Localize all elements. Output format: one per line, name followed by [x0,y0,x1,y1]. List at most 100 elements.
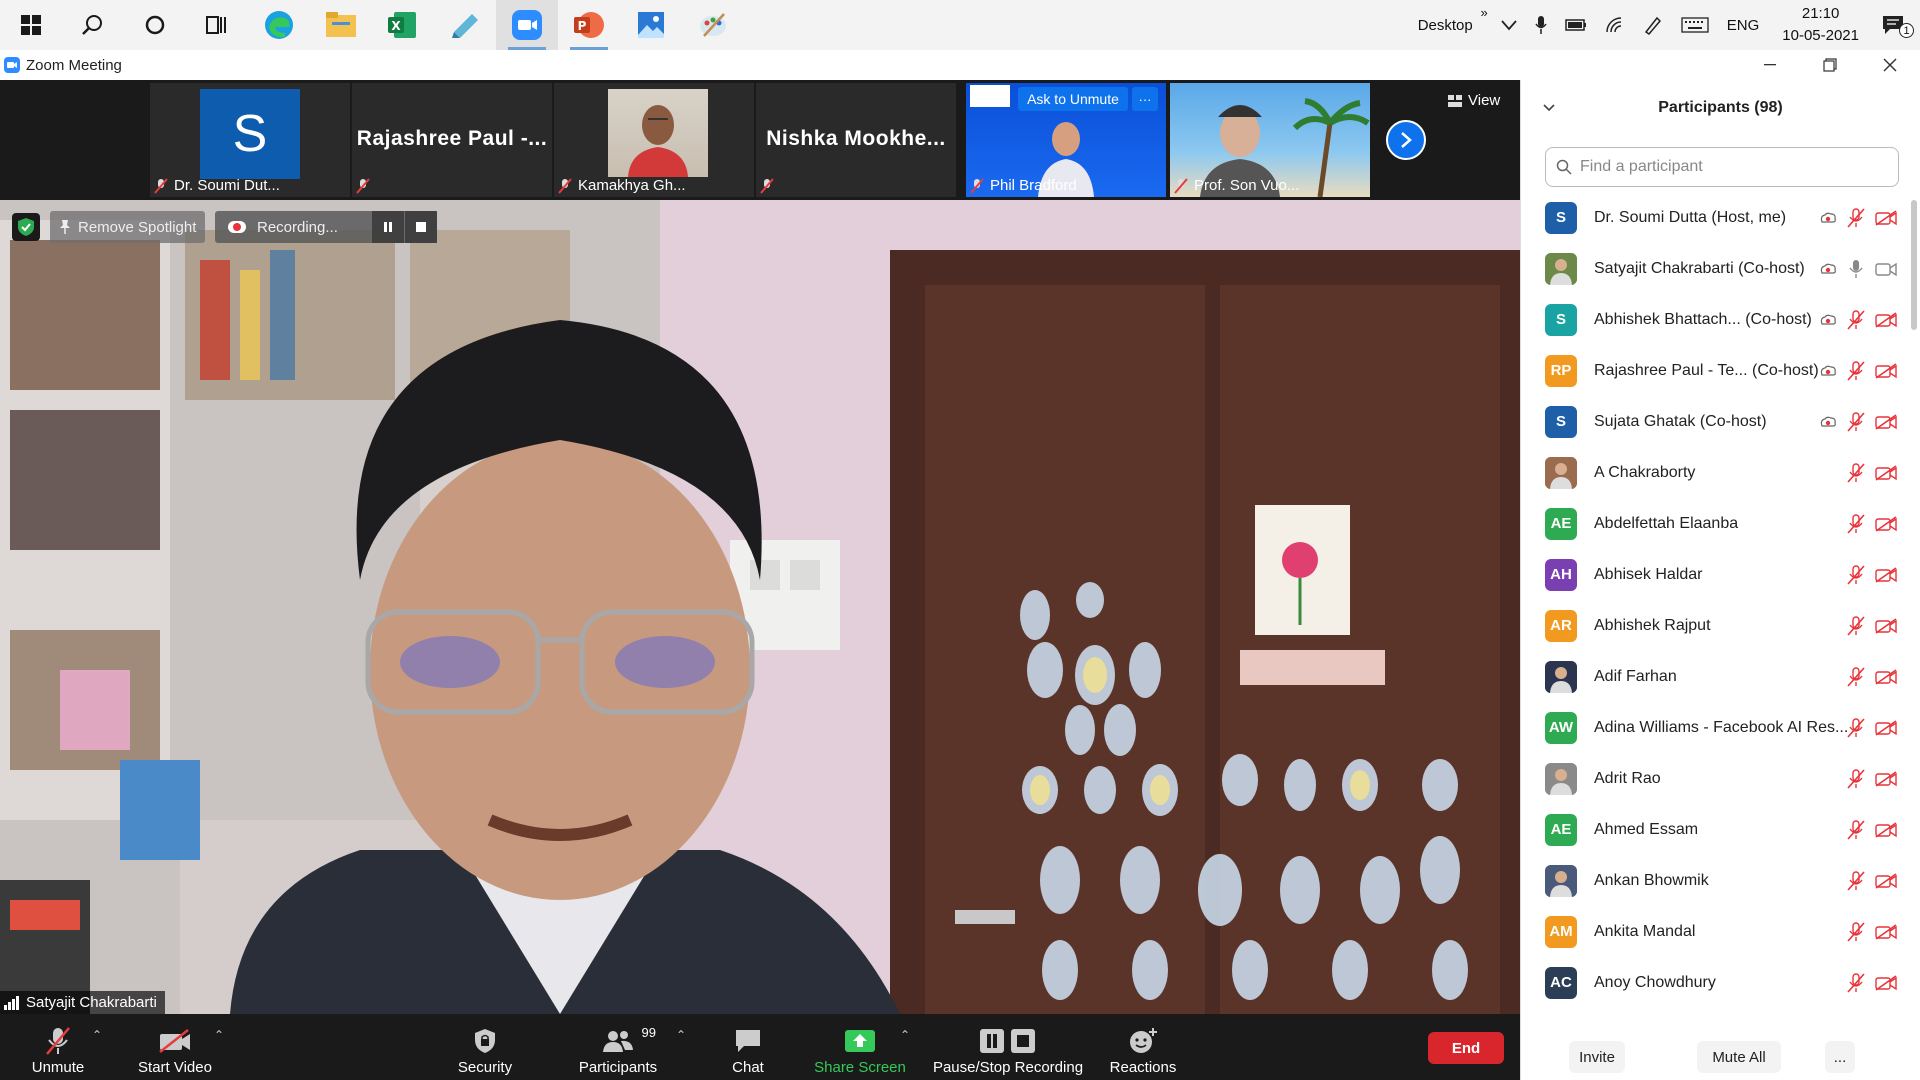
participant-status-icons [1819,309,1897,330]
recording-status-icon [1820,212,1836,223]
recording-status-icon [1820,416,1836,427]
start-video-button[interactable]: Start Video [130,1014,220,1080]
recording-dot-icon [228,221,246,233]
participant-row[interactable]: S Abhishek Bhattach... (Co-host) [1521,294,1913,345]
stop-recording-button[interactable] [405,211,437,243]
more-label: ··· [1138,91,1152,107]
audio-options-caret[interactable]: ⌃ [92,1028,102,1042]
thumb-nishka[interactable]: Nishka Mookhe... [756,83,956,197]
participant-row[interactable]: AE Abdelfettah Elaanba [1521,498,1913,549]
invite-label: Invite [1579,1048,1615,1066]
video-off-icon [1875,566,1897,583]
share-screen-button[interactable]: Share Screen [812,1014,908,1080]
video-thumbnail-strip: S Dr. Soumi Dut... Rajashree Paul -... K… [0,80,1520,200]
pause-stop-recording-button[interactable]: Pause/Stop Recording [930,1014,1086,1080]
participant-row[interactable]: AC Anoy Chowdhury [1521,957,1913,1008]
participant-row[interactable]: Adif Farhan [1521,651,1913,702]
participants-icon [603,1031,633,1052]
participant-row[interactable]: A Chakraborty [1521,447,1913,498]
invite-button[interactable]: Invite [1569,1041,1625,1073]
thumb-prof-son-vuo[interactable]: Prof. Son Vuo... [1170,83,1370,197]
smiley-icon [1130,1028,1157,1053]
end-meeting-button[interactable]: End [1428,1032,1504,1064]
restore-button[interactable] [1800,50,1860,80]
mute-all-label: Mute All [1712,1048,1766,1066]
excel-icon[interactable]: X [372,0,434,50]
windows-start-icon[interactable] [0,0,62,50]
chevron-right-icon [1401,132,1412,148]
notification-icon[interactable]: 1 [1873,15,1920,38]
muted-mic-icon [970,177,984,194]
edge-browser-icon[interactable] [248,0,310,50]
notes-app-icon[interactable] [434,0,496,50]
thumb-phil-bradford[interactable]: Ask to Unmute ··· Phil Bradford [966,83,1166,197]
paint-icon[interactable] [682,0,744,50]
muted-microphone-icon [46,1027,70,1055]
participant-status-icons [1819,411,1897,432]
window-title: Zoom Meeting [26,56,122,74]
participant-row[interactable]: Ankan Bhowmik [1521,855,1913,906]
reactions-button[interactable]: Reactions [1100,1014,1186,1080]
participant-row[interactable]: S Sujata Ghatak (Co-host) [1521,396,1913,447]
remove-spotlight-button[interactable]: Remove Spotlight [50,211,205,243]
participant-row[interactable]: AE Ahmed Essam [1521,804,1913,855]
unmute-label: Unmute [31,1059,85,1076]
battery-icon[interactable] [1556,18,1596,32]
chevron-down-icon[interactable] [1543,104,1555,112]
pen-icon[interactable] [1634,15,1672,35]
clock[interactable]: 21:10 10-05-2021 [1768,3,1873,47]
video-off-icon [1875,923,1897,940]
minimize-button[interactable] [1740,50,1800,80]
keyboard-icon[interactable] [1672,17,1718,33]
avatar: S [200,89,300,179]
participant-row[interactable]: AM Ankita Mandal [1521,906,1913,957]
more-panel-label: ... [1833,1048,1847,1066]
participant-row[interactable]: RP Rajashree Paul - Te... (Co-host) [1521,345,1913,396]
chevron-up-icon[interactable] [1492,19,1526,31]
ask-to-unmute-button[interactable]: Ask to Unmute [1018,87,1128,111]
participant-list-scrollbar[interactable] [1911,200,1917,330]
view-button[interactable]: View [1448,92,1500,109]
zoom-app-icon[interactable] [496,0,558,50]
participant-row[interactable]: Satyajit Chakrabarti (Co-host) [1521,243,1913,294]
participants-button[interactable]: 99 Participants [572,1014,664,1080]
next-page-button[interactable] [1386,120,1426,160]
thumb-soumi-dutta[interactable]: S Dr. Soumi Dut... [150,83,350,197]
desktop-toolbar-label[interactable]: Desktop » [1409,5,1488,34]
task-view-icon[interactable] [186,0,248,50]
file-explorer-icon[interactable] [310,0,372,50]
share-options-caret[interactable]: ⌃ [900,1028,910,1042]
participant-row[interactable]: Adrit Rao [1521,753,1913,804]
wifi-icon[interactable] [1596,16,1634,34]
security-button[interactable]: Security [450,1014,520,1080]
powerpoint-icon[interactable]: P [558,0,620,50]
avatar [1545,252,1577,285]
mute-all-button[interactable]: Mute All [1697,1041,1781,1073]
participant-name: Abdelfettah Elaanba [1594,514,1739,532]
search-icon[interactable] [62,0,124,50]
thumb-rajashree-paul[interactable]: Rajashree Paul -... [352,83,552,197]
unmute-button[interactable]: Unmute [22,1014,94,1080]
more-options-button[interactable]: ··· [1132,87,1158,111]
microphone-tray-icon[interactable] [1526,15,1556,35]
participant-search-input[interactable]: Find a participant [1545,147,1899,187]
more-panel-options-button[interactable]: ... [1825,1041,1855,1073]
photos-icon[interactable] [620,0,682,50]
thumb-kamakhya[interactable]: Kamakhya Gh... [554,83,754,197]
notification-badge: 1 [1899,23,1914,38]
pause-recording-button[interactable] [372,211,405,243]
security-shield-badge[interactable] [12,213,40,241]
video-off-icon [1875,464,1897,481]
chat-button[interactable]: Chat [720,1014,776,1080]
participant-row[interactable]: S Dr. Soumi Dutta (Host, me) [1521,192,1913,243]
participant-row[interactable]: AR Abhishek Rajput [1521,600,1913,651]
language-indicator[interactable]: ENG [1718,17,1769,34]
participants-options-caret[interactable]: ⌃ [676,1028,686,1042]
participant-row[interactable]: AW Adina Williams - Facebook AI Res... [1521,702,1913,753]
video-off-icon [1875,515,1897,532]
video-camera-icon [1875,262,1897,276]
cortana-icon[interactable] [124,0,186,50]
participant-row[interactable]: AH Abhisek Haldar [1521,549,1913,600]
video-options-caret[interactable]: ⌃ [214,1028,224,1042]
close-window-button[interactable] [1860,50,1920,80]
